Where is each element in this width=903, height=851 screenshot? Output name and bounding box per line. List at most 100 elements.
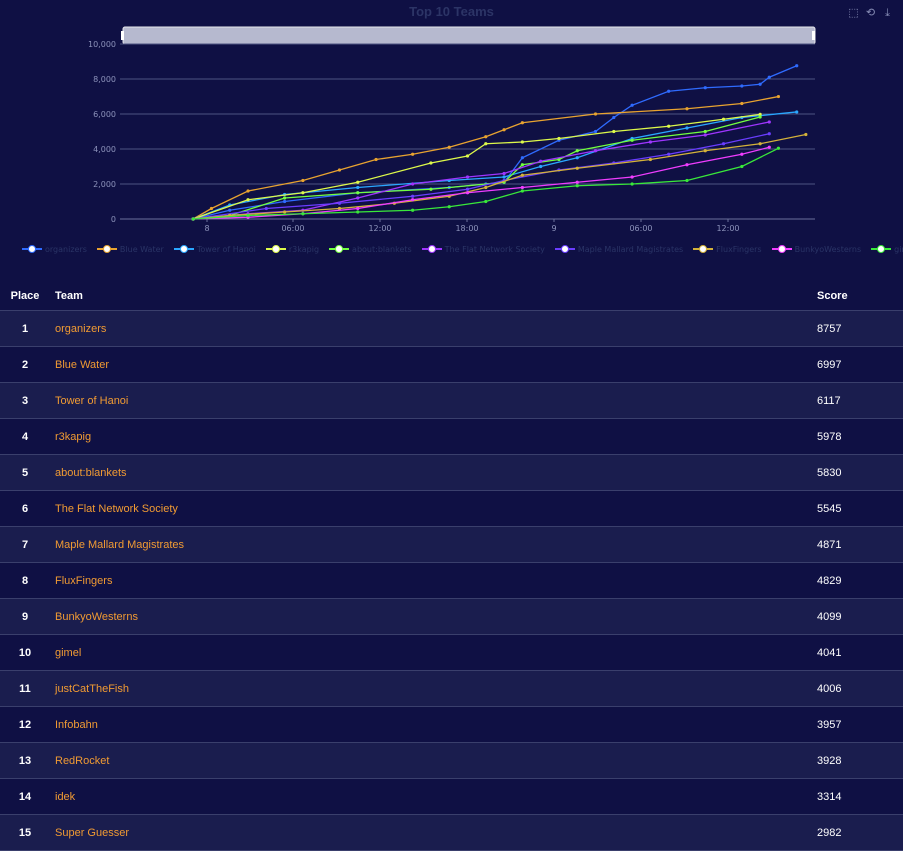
legend-swatch-icon <box>871 245 892 253</box>
table-row: 4 r3kapig 5978 <box>0 418 903 455</box>
data-point <box>301 178 305 183</box>
data-point <box>575 166 579 170</box>
data-point <box>630 138 634 142</box>
team-header: Team <box>50 282 817 311</box>
team-link[interactable]: organizers <box>55 323 106 335</box>
legend-item[interactable]: r3kapig <box>265 245 319 254</box>
data-point <box>767 132 771 136</box>
data-point <box>630 103 634 107</box>
score-cell: 5830 <box>817 454 903 491</box>
x-tick-label: 8 <box>204 224 209 233</box>
legend-item[interactable]: Blue Water <box>96 244 164 254</box>
team-cell: Blue Water <box>50 346 817 383</box>
datazoom-slider[interactable] <box>122 26 816 45</box>
score-cell: 4041 <box>817 634 903 671</box>
data-point <box>246 198 250 202</box>
table-row: 10 gimel 4041 <box>0 634 903 671</box>
legend-item[interactable]: The Flat Network Society <box>421 245 545 254</box>
table-row: 11 justCatTheFish 4006 <box>0 670 903 707</box>
team-link[interactable]: Super Guesser <box>55 827 129 839</box>
data-point <box>667 89 671 93</box>
team-link[interactable]: gimel <box>55 647 81 659</box>
legend-item[interactable]: about:blankets <box>329 245 412 254</box>
data-point <box>703 133 707 137</box>
team-cell: Maple Mallard Magistrates <box>50 526 817 563</box>
data-point <box>630 175 634 179</box>
x-tick-label: 06:00 <box>629 224 652 233</box>
data-point <box>740 164 744 169</box>
x-tick-label: 12:00 <box>368 224 391 233</box>
team-link[interactable]: The Flat Network Society <box>55 503 178 515</box>
data-point <box>447 205 451 209</box>
place-cell: 3 <box>0 382 50 419</box>
zoom-icon[interactable]: ⬚ <box>848 8 859 19</box>
legend-item[interactable]: Maple Mallard Magistrates <box>554 244 684 254</box>
score-cell: 4871 <box>817 526 903 563</box>
team-link[interactable]: about:blankets <box>55 467 127 479</box>
data-point <box>356 191 360 195</box>
team-cell: Infobahn <box>50 706 817 743</box>
download-icon[interactable]: ⤓ <box>882 8 893 19</box>
data-point <box>767 75 771 79</box>
legend-swatch-icon <box>96 245 117 253</box>
legend-label: Maple Mallard Magistrates <box>577 244 684 254</box>
team-link[interactable]: FluxFingers <box>55 575 112 587</box>
data-point <box>575 149 579 153</box>
data-point <box>520 156 524 160</box>
place-cell: 11 <box>0 670 50 707</box>
data-point <box>429 187 433 191</box>
place-cell: 10 <box>0 634 50 671</box>
legend-item[interactable]: Tower of Hanoi <box>173 245 256 254</box>
table-row: 12 Infobahn 3957 <box>0 706 903 743</box>
table-row: 9 BunkyoWesterns 4099 <box>0 598 903 635</box>
zoom-reset-icon[interactable]: ⟲ <box>865 8 876 19</box>
series-line <box>192 111 797 220</box>
scoreboard-table: Place Team Score 1 organizers 8757 2 Blue Wa… <box>0 282 903 851</box>
data-point <box>767 145 771 149</box>
data-point <box>575 156 579 160</box>
table-row: 8 FluxFingers 4829 <box>0 562 903 599</box>
x-tick-label: 06:00 <box>281 224 304 233</box>
data-point <box>740 101 744 106</box>
series-line <box>193 121 770 220</box>
team-link[interactable]: idek <box>55 791 75 803</box>
data-point <box>703 86 707 90</box>
data-point <box>465 154 470 158</box>
data-point <box>337 168 342 172</box>
legend-item[interactable]: BunkyoWesterns <box>771 245 861 254</box>
chart-toolbox: ⬚ ⟲ ⤓ <box>848 8 893 19</box>
data-point <box>740 84 744 88</box>
place-cell: 7 <box>0 526 50 563</box>
x-tick-label: 9 <box>551 224 556 233</box>
team-link[interactable]: BunkyoWesterns <box>55 611 138 623</box>
y-tick-label: 2,000 <box>93 180 116 189</box>
legend-item[interactable]: organizers <box>22 245 87 254</box>
data-point <box>520 173 524 177</box>
y-tick-label: 8,000 <box>93 75 116 84</box>
place-cell: 13 <box>0 742 50 779</box>
team-link[interactable]: Infobahn <box>55 719 98 731</box>
team-link[interactable]: Blue Water <box>55 359 109 371</box>
team-link[interactable]: justCatTheFish <box>55 683 129 695</box>
place-cell: 15 <box>0 814 50 851</box>
data-point <box>283 196 287 200</box>
table-row: 5 about:blankets 5830 <box>0 454 903 491</box>
team-cell: idek <box>50 778 817 815</box>
table-row: 2 Blue Water 6997 <box>0 346 903 383</box>
team-link[interactable]: Tower of Hanoi <box>55 395 128 407</box>
legend-label: Blue Water <box>119 244 164 254</box>
team-link[interactable]: RedRocket <box>55 755 109 767</box>
team-link[interactable]: r3kapig <box>55 431 91 443</box>
team-link[interactable]: Maple Mallard Magistrates <box>55 539 184 551</box>
data-point <box>795 64 799 68</box>
data-point <box>685 163 689 167</box>
legend-swatch-icon <box>421 245 442 253</box>
series-line <box>193 146 770 220</box>
legend-item[interactable]: FluxFingers <box>693 245 762 254</box>
legend-swatch-icon <box>329 245 350 253</box>
data-point <box>502 175 506 179</box>
chart-panel: 0 2,000 4,000 6,000 8,000 10,000 8 06:00 12:00 18… <box>0 0 903 285</box>
score-cell: 4829 <box>817 562 903 599</box>
legend-item[interactable]: gimel <box>871 245 903 254</box>
data-point <box>557 136 561 141</box>
